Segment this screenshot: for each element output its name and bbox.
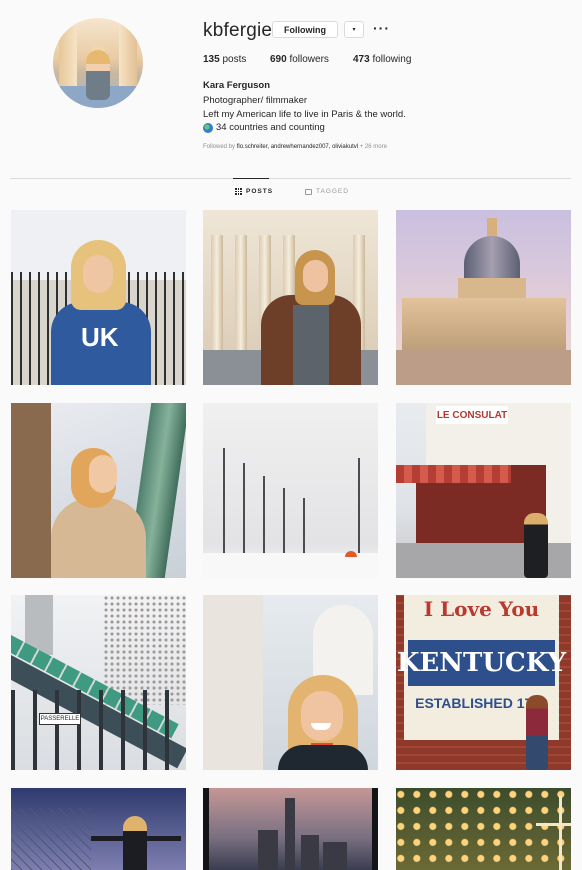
post-thumbnail[interactable] bbox=[203, 788, 378, 870]
post-thumbnail[interactable] bbox=[11, 403, 186, 578]
window-mullion bbox=[559, 796, 562, 870]
window-frame-right bbox=[372, 788, 378, 870]
person-coat bbox=[51, 498, 146, 578]
avatar-pillar-left bbox=[59, 22, 77, 92]
post-thumbnail[interactable] bbox=[203, 595, 378, 770]
bio-line-1: Photographer/ filmmaker bbox=[203, 95, 308, 106]
viaduct-pillars bbox=[11, 690, 186, 770]
avatar-person bbox=[86, 50, 110, 100]
grid-icon bbox=[235, 188, 242, 195]
dome-drum bbox=[458, 278, 526, 300]
username: kbfergie bbox=[203, 20, 273, 41]
person bbox=[123, 816, 147, 870]
person bbox=[526, 695, 548, 770]
building-facade bbox=[402, 298, 566, 353]
tab-posts-label: POSTS bbox=[246, 188, 274, 195]
suggestions-dropdown-button[interactable]: ▾ bbox=[344, 21, 364, 38]
posts-count: 135 posts bbox=[203, 54, 246, 65]
chevron-down-icon: ▾ bbox=[352, 27, 356, 33]
skyline-building bbox=[258, 830, 278, 870]
building bbox=[203, 595, 263, 770]
bio-line-2: Left my American life to live in Paris &… bbox=[203, 109, 406, 120]
post-thumbnail[interactable]: I Love You KENTUCKY ESTABLISHED 1792 bbox=[396, 595, 571, 770]
following-link[interactable]: 473 following bbox=[353, 54, 411, 65]
post-thumbnail[interactable] bbox=[11, 788, 186, 870]
mural-text-line1: I Love You bbox=[423, 597, 540, 621]
post-thumbnail[interactable]: LE CONSULAT bbox=[396, 403, 571, 578]
person-face bbox=[83, 255, 113, 293]
column bbox=[235, 235, 247, 355]
post-thumbnail[interactable] bbox=[396, 788, 571, 870]
tag-icon bbox=[305, 188, 312, 195]
umbrella bbox=[345, 551, 357, 557]
full-name: Kara Ferguson bbox=[203, 80, 271, 91]
following-count-value: 473 bbox=[353, 54, 370, 65]
profile-header: kbfergie Following ▾ ··· 135 posts 690 f… bbox=[0, 0, 582, 178]
cafe-awning bbox=[396, 465, 511, 483]
posts-count-label: posts bbox=[219, 54, 247, 65]
skyline-building bbox=[323, 842, 347, 870]
followed-by-names: flo.schreiter, andrewhernandez007, olivi… bbox=[236, 144, 359, 150]
station-sign: PASSERELLE bbox=[39, 713, 81, 725]
bio-line-3-text: 34 countries and counting bbox=[216, 122, 325, 133]
empire-state-building bbox=[285, 798, 295, 870]
followers-count-label: followers bbox=[286, 54, 329, 65]
post-thumbnail[interactable] bbox=[203, 403, 378, 578]
person-top bbox=[293, 305, 329, 385]
tab-posts[interactable]: POSTS bbox=[235, 188, 273, 195]
cafe-sign: LE CONSULAT bbox=[436, 406, 508, 424]
followers-count-value: 690 bbox=[270, 54, 287, 65]
post-thumbnail[interactable]: PASSERELLE bbox=[11, 595, 186, 770]
tree bbox=[358, 458, 360, 568]
person-face bbox=[301, 691, 343, 741]
post-thumbnail[interactable] bbox=[203, 210, 378, 385]
shirt-logo: UK bbox=[81, 322, 119, 352]
followed-by-more: + 26 more bbox=[358, 144, 387, 150]
bio-line-3: 34 countries and counting bbox=[203, 122, 325, 133]
active-tab-indicator bbox=[233, 178, 269, 179]
tabs-divider bbox=[10, 178, 571, 179]
person bbox=[524, 513, 548, 578]
tab-tagged-label: TAGGED bbox=[316, 188, 349, 195]
mural-text-line2: KENTUCKY bbox=[397, 640, 566, 686]
bare-tree bbox=[103, 595, 186, 705]
window-transom bbox=[536, 823, 571, 826]
bridge-walkway bbox=[396, 350, 571, 385]
followed-by-prefix: Followed by bbox=[203, 144, 237, 150]
profile-avatar[interactable] bbox=[53, 18, 143, 108]
following-button[interactable]: Following bbox=[272, 21, 338, 38]
person-jacket bbox=[278, 745, 368, 770]
column bbox=[211, 235, 223, 355]
following-count-label: following bbox=[369, 54, 412, 65]
building bbox=[11, 403, 51, 578]
post-thumbnail[interactable] bbox=[396, 210, 571, 385]
post-thumbnail[interactable]: UK bbox=[11, 210, 186, 385]
globe-icon bbox=[203, 122, 213, 133]
tree bbox=[223, 448, 225, 568]
more-options-icon[interactable]: ··· bbox=[373, 20, 390, 36]
person-face bbox=[89, 455, 117, 493]
avatar-pillar-right bbox=[119, 22, 137, 92]
skyline-building bbox=[301, 835, 319, 870]
window-frame-left bbox=[203, 788, 209, 870]
pyramid-glass bbox=[11, 808, 91, 870]
tab-tagged[interactable]: TAGGED bbox=[305, 188, 349, 195]
followed-by[interactable]: Followed by flo.schreiter, andrewhernand… bbox=[203, 144, 387, 150]
person-face bbox=[303, 260, 328, 292]
posts-count-value: 135 bbox=[203, 54, 220, 65]
followers-link[interactable]: 690 followers bbox=[270, 54, 329, 65]
